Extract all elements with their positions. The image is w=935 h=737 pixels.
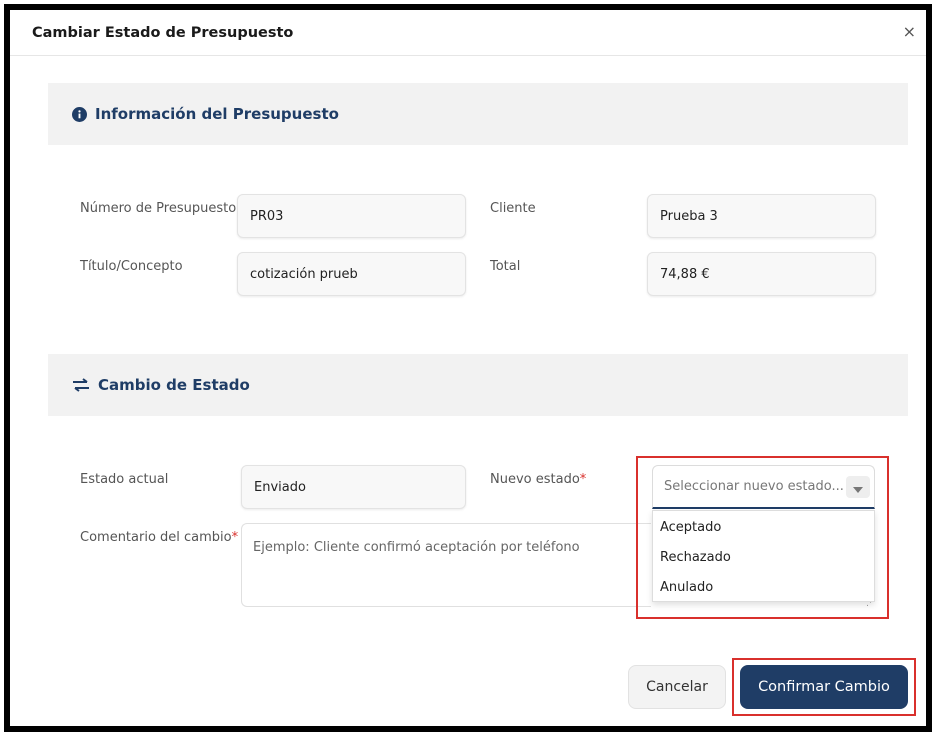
titulo-field: cotización prueb xyxy=(237,252,466,296)
info-section-title: Información del Presupuesto xyxy=(72,105,339,123)
info-section-title-text: Información del Presupuesto xyxy=(95,105,339,123)
frame-border-right xyxy=(926,4,932,732)
comment-label-text: Comentario del cambio xyxy=(80,530,232,545)
status-section-title: Cambio de Estado xyxy=(72,376,250,394)
frame-border-bottom xyxy=(4,726,932,732)
status-section-header: Cambio de Estado xyxy=(48,354,908,416)
status-section-title-text: Cambio de Estado xyxy=(98,376,250,394)
current-status-label: Estado actual xyxy=(80,472,169,487)
new-status-label-text: Nuevo estado xyxy=(490,472,580,487)
comment-textarea[interactable]: Ejemplo: Cliente confirmó aceptación por… xyxy=(241,523,651,607)
total-field: 74,88 € xyxy=(647,252,876,296)
screenshot-frame: Cambiar Estado de Presupuesto × Informac… xyxy=(0,0,935,737)
required-mark: * xyxy=(579,472,587,487)
close-button[interactable]: × xyxy=(903,24,916,40)
current-status-field: Enviado xyxy=(241,465,466,509)
modal-title: Cambiar Estado de Presupuesto xyxy=(32,25,294,41)
cliente-label: Cliente xyxy=(490,201,536,216)
cancel-button[interactable]: Cancelar xyxy=(628,665,726,709)
highlight-select-box xyxy=(636,456,889,619)
comment-required-mark: * xyxy=(231,530,239,545)
highlight-confirm-box xyxy=(732,658,916,716)
exchange-arrows-icon xyxy=(72,378,90,392)
numero-label: Número de Presupuesto xyxy=(80,201,237,216)
numero-field: PR03 xyxy=(237,194,466,238)
cliente-field: Prueba 3 xyxy=(647,194,876,238)
new-status-label: Nuevo estado* xyxy=(490,472,586,487)
info-section-header: Información del Presupuesto xyxy=(48,83,908,145)
comment-label: Comentario del cambio* xyxy=(80,530,238,545)
titulo-label: Título/Concepto xyxy=(80,259,183,274)
info-circle-icon xyxy=(72,106,87,122)
comment-placeholder: Ejemplo: Cliente confirmó aceptación por… xyxy=(253,540,580,555)
modal-header: Cambiar Estado de Presupuesto × xyxy=(10,10,926,56)
total-label: Total xyxy=(490,259,521,274)
change-status-modal: Cambiar Estado de Presupuesto × Informac… xyxy=(10,10,926,726)
